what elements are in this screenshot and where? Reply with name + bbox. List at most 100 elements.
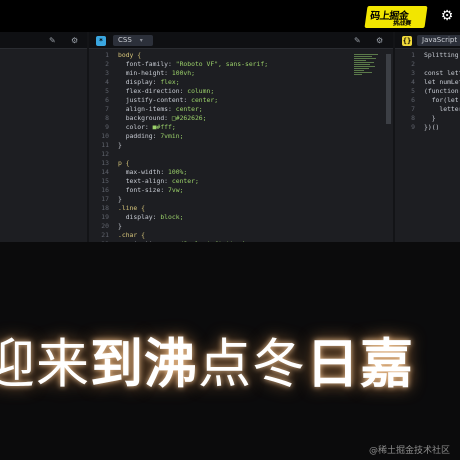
css-editor-pane[interactable]: * CSS ✎ ⚙ 1body {2 font-family: "Roboto … <box>89 32 393 242</box>
code-line[interactable]: 9 })() <box>395 123 460 132</box>
code-line[interactable]: 5 flex-direction: column; <box>89 87 393 96</box>
gear-icon[interactable]: ⚙ <box>439 8 455 24</box>
line-number: 16 <box>101 186 109 194</box>
line-number: 18 <box>101 204 109 212</box>
greeting-text: 迎来到沸点冬日嘉 <box>0 330 460 400</box>
line-number: 20 <box>101 222 109 230</box>
pencil-icon[interactable]: ✎ <box>354 35 361 46</box>
css-code-area[interactable]: 1 body {2 font-family: "Roboto VF", sans-… <box>89 51 393 242</box>
css-scrollbar[interactable] <box>386 54 391 124</box>
line-number: 4 <box>411 78 415 86</box>
code-line[interactable]: 19 display: block; <box>89 213 393 222</box>
code-line[interactable]: 7 letter <box>395 105 460 114</box>
line-number: 17 <box>101 195 109 203</box>
greeting-segment: 到沸 <box>90 334 198 395</box>
code-line[interactable]: 10 padding: 7vmin; <box>89 132 393 141</box>
line-number: 11 <box>101 141 109 149</box>
code-text: font-family: "Roboto VF", sans-serif; <box>118 60 269 68</box>
line-number: 7 <box>105 105 109 113</box>
line-number: 1 <box>105 51 109 59</box>
code-text: Splitting( <box>424 51 460 59</box>
code-text: letter <box>424 105 460 113</box>
line-number: 10 <box>101 132 109 140</box>
line-number: 13 <box>101 159 109 167</box>
code-line[interactable]: 2 <box>395 60 460 69</box>
code-line[interactable]: 8 background: □#262626; <box>89 114 393 123</box>
css-language-icon: * <box>96 36 106 46</box>
brand-sub-text: 挑战赛 <box>392 20 412 27</box>
html-editor-pane[interactable]: ✎ ⚙ <box>0 32 87 242</box>
line-number: 3 <box>105 69 109 77</box>
code-line[interactable]: 2 font-family: "Roboto VF", sans-serif; <box>89 60 393 69</box>
code-text: } <box>118 222 122 230</box>
code-line[interactable]: 9 color: ■#fff; <box>89 123 393 132</box>
line-number: 8 <box>411 114 415 122</box>
video-overlay-banner: 迎来到沸点冬日嘉 @稀土掘金技术社区 <box>0 242 460 460</box>
css-minimap[interactable] <box>354 54 382 80</box>
code-text: body { <box>118 51 142 59</box>
pencil-icon[interactable]: ✎ <box>49 35 56 46</box>
code-text: .char { <box>118 231 145 239</box>
line-number: 9 <box>105 123 109 131</box>
code-line[interactable]: 4 let numLet <box>395 78 460 87</box>
code-text: let numLet <box>424 78 460 86</box>
code-line[interactable]: 15 text-align: center; <box>89 177 393 186</box>
js-language-select[interactable]: JavaScript <box>417 35 460 46</box>
code-line[interactable]: 3 const lett <box>395 69 460 78</box>
code-text: display: flex; <box>118 78 180 86</box>
code-text: } <box>424 114 436 122</box>
html-pane-tabbar: ✎ ⚙ <box>0 32 87 49</box>
line-number: 2 <box>105 60 109 68</box>
code-line[interactable]: 8 } <box>395 114 460 123</box>
line-number: 9 <box>411 123 415 131</box>
code-line[interactable]: 1 Splitting( <box>395 51 460 60</box>
code-text: padding: 7vmin; <box>118 132 184 140</box>
code-line[interactable]: 21 .char { <box>89 231 393 240</box>
line-number: 15 <box>101 177 109 185</box>
code-line[interactable]: 5 (function( <box>395 87 460 96</box>
line-number: 19 <box>101 213 109 221</box>
line-number: 5 <box>105 87 109 95</box>
code-line[interactable]: 18 .line { <box>89 204 393 213</box>
css-language-select[interactable]: CSS <box>113 35 153 46</box>
code-line[interactable]: 12 <box>89 150 393 159</box>
code-text: align-items: center; <box>118 105 203 113</box>
code-line[interactable]: 6 for(let <box>395 96 460 105</box>
code-text: p { <box>118 159 130 167</box>
line-number: 21 <box>101 231 109 239</box>
code-line[interactable]: 11} <box>89 141 393 150</box>
js-code-area[interactable]: 1 Splitting( 2 3 const lett 4 let numLet 5 (func… <box>395 51 460 242</box>
code-line[interactable]: 6 justify-content: center; <box>89 96 393 105</box>
gear-icon[interactable]: ⚙ <box>376 35 383 46</box>
watermark: @稀土掘金技术社区 <box>368 446 450 456</box>
code-text: const lett <box>424 69 460 77</box>
top-header: 码上掘金 挑战赛 ⚙ <box>0 0 460 32</box>
line-number: 2 <box>411 60 415 68</box>
code-line[interactable]: 4 display: flex; <box>89 78 393 87</box>
line-number: 7 <box>411 105 415 113</box>
line-number: 8 <box>105 114 109 122</box>
code-line[interactable]: 1 body { <box>89 51 393 60</box>
gear-icon[interactable]: ⚙ <box>71 35 78 46</box>
code-line[interactable]: 13 p { <box>89 159 393 168</box>
code-text: .line { <box>118 204 145 212</box>
code-line[interactable]: 17} <box>89 195 393 204</box>
code-text: text-align: center; <box>118 177 199 185</box>
code-line[interactable]: 20} <box>89 222 393 231</box>
code-line[interactable]: 7 align-items: center; <box>89 105 393 114</box>
code-text: display: block; <box>118 213 184 221</box>
code-line[interactable]: 14 max-width: 100%; <box>89 168 393 177</box>
line-number: 1 <box>411 51 415 59</box>
line-number: 6 <box>105 96 109 104</box>
line-number: 3 <box>411 69 415 77</box>
js-editor-pane[interactable]: {} JavaScript 1 Splitting(23 const lett 4 le… <box>395 32 460 242</box>
code-text: color: ■#fff; <box>118 123 176 131</box>
code-text: min-height: 100vh; <box>118 69 195 77</box>
greeting-segment: 点冬 <box>198 334 306 395</box>
code-line[interactable]: 3 min-height: 100vh; <box>89 69 393 78</box>
greeting-segment: 日嘉 <box>306 334 414 395</box>
code-text: background: □#262626; <box>118 114 207 122</box>
code-text: })() <box>424 123 440 131</box>
code-text: justify-content: center; <box>118 96 219 104</box>
code-line[interactable]: 16 font-size: 7vw; <box>89 186 393 195</box>
